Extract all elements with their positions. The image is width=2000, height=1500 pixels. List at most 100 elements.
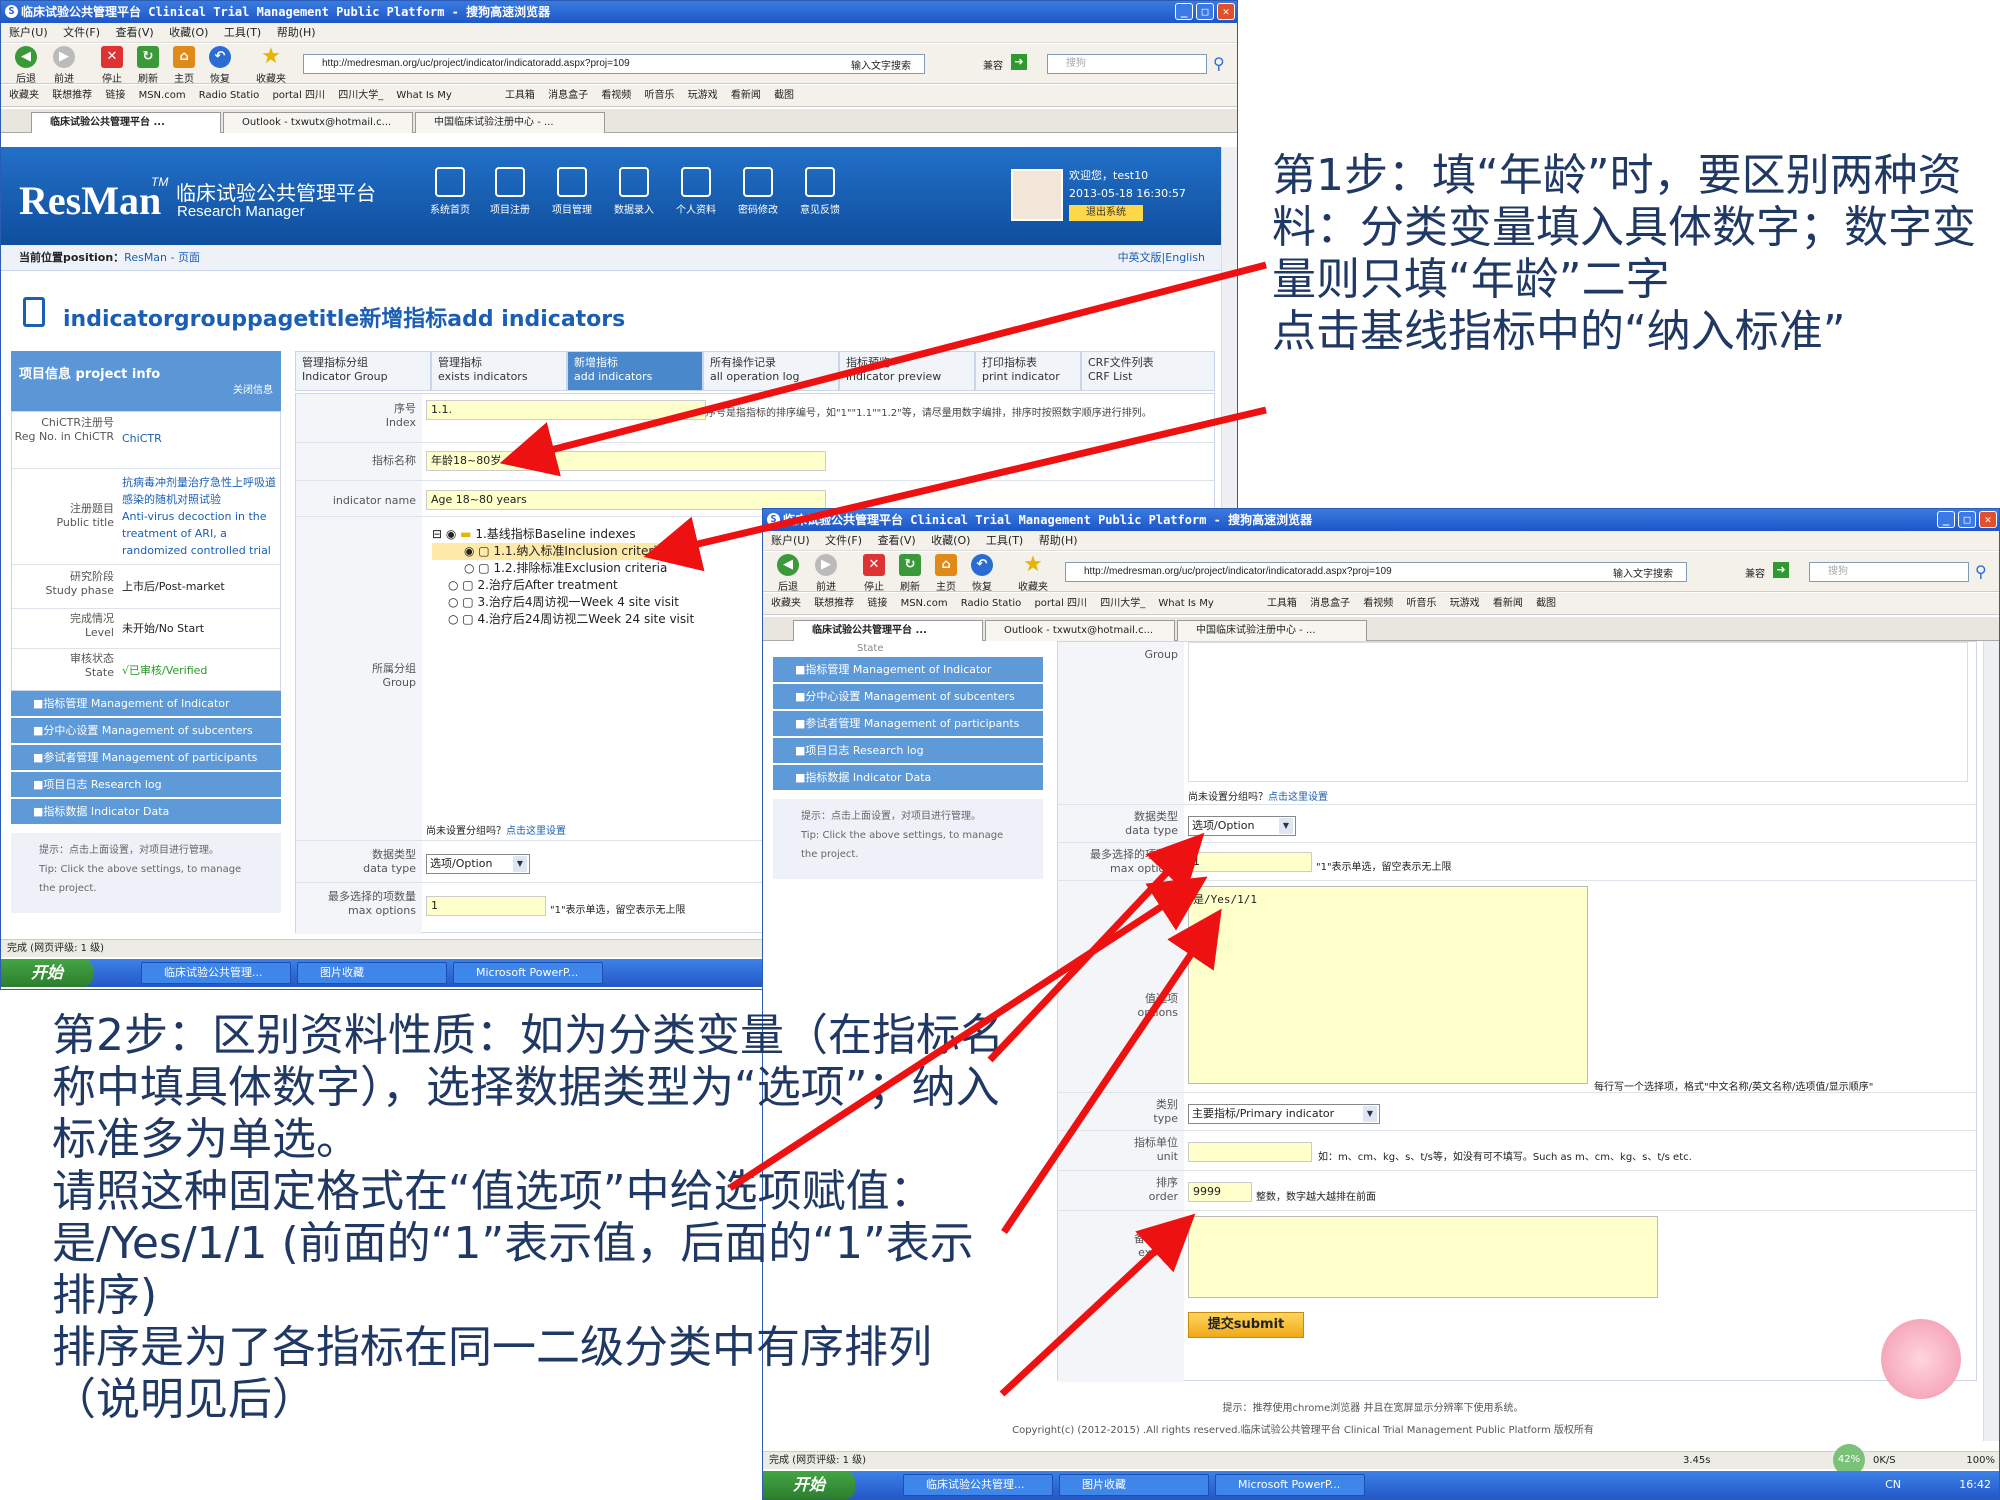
breadcrumb-link[interactable]: ResMan - 页面 <box>124 251 200 264</box>
start-button[interactable]: 开始 <box>1 959 93 987</box>
indicator-name-en-input[interactable]: Age 18~80 years <box>426 490 826 510</box>
tool-item[interactable]: 截图 <box>774 90 794 101</box>
tool-item[interactable]: 消息盒子 <box>1310 598 1350 609</box>
tool-item[interactable]: 看视频 <box>1363 598 1393 609</box>
tree-node-after-treatment[interactable]: ○ ▢ 2.治疗后After treatment <box>432 577 694 594</box>
fav-item[interactable]: What Is My <box>396 90 451 101</box>
tab-indicator-group[interactable]: 管理指标分组 Indicator Group <box>295 351 431 391</box>
tool-item[interactable]: 听音乐 <box>645 90 675 101</box>
fav-item[interactable]: portal 四川 <box>1034 598 1087 609</box>
sidebar-item-participants[interactable]: ■参试者管理 Management of participants <box>773 711 1043 737</box>
menu-favorites[interactable]: 收藏(O) <box>169 26 208 39</box>
data-type-select[interactable]: 选项/Option <box>426 854 530 874</box>
fav-item[interactable]: Radio Statio <box>961 598 1022 609</box>
nav-home[interactable]: 系统首页 <box>421 167 479 216</box>
task-browser[interactable]: 临床试验公共管理... <box>903 1474 1053 1496</box>
start-button[interactable]: 开始 <box>763 1471 855 1499</box>
tree-node-week24[interactable]: ○ ▢ 4.治疗后24周访视二Week 24 site visit <box>432 611 694 628</box>
menu-help[interactable]: 帮助(H) <box>277 26 316 39</box>
tree-node-week4[interactable]: ○ ▢ 3.治疗后4周访视一Week 4 site visit <box>432 594 694 611</box>
nav-feedback[interactable]: 意见反馈 <box>791 167 849 216</box>
set-group-link[interactable]: 点击这里设置 <box>1268 792 1328 803</box>
category-select[interactable]: 主要指标/Primary indicator <box>1188 1104 1380 1124</box>
search-engine-label[interactable]: 输入文字搜索 <box>851 57 911 72</box>
tool-item[interactable]: 截图 <box>1536 598 1556 609</box>
search-input[interactable]: 搜狗 <box>1047 54 1207 74</box>
data-type-select[interactable]: 选项/Option <box>1188 816 1296 836</box>
menu-help[interactable]: 帮助(H) <box>1039 534 1078 547</box>
maximize-button[interactable]: □ <box>1958 511 1976 528</box>
menu-favorites[interactable]: 收藏(O) <box>931 534 970 547</box>
tree-node-exclusion[interactable]: ○ ▢ 1.2.排除标准Exclusion criteria <box>432 560 694 577</box>
nav-profile[interactable]: 个人资料 <box>667 167 725 216</box>
back-button[interactable]: ◀ 后退 <box>11 46 41 85</box>
forward-button[interactable]: ▶ 前进 <box>49 46 79 85</box>
tab-outlook[interactable]: Outlook - txwutx@hotmail.c... <box>223 112 413 133</box>
menu-file[interactable]: 文件(F) <box>63 26 100 39</box>
tab-crf-list[interactable]: CRF文件列表 CRF List <box>1081 351 1215 391</box>
maximize-button[interactable]: □ <box>1196 3 1214 20</box>
address-bar[interactable]: http://medresman.org/uc/project/indicato… <box>303 54 925 74</box>
index-input[interactable]: 1.1. <box>426 400 706 420</box>
favorites-button[interactable]: ★ 收藏夹 <box>251 46 291 86</box>
address-bar[interactable]: http://medresman.org/uc/project/indicato… <box>1065 562 1687 582</box>
tool-item[interactable]: 工具箱 <box>1267 598 1297 609</box>
fav-item[interactable]: 联想推荐 <box>52 90 92 101</box>
home-button[interactable]: ⌂ 主页 <box>931 554 961 593</box>
tab-outlook[interactable]: Outlook - txwutx@hotmail.c... <box>985 620 1175 641</box>
task-powerpoint[interactable]: Microsoft PowerP... <box>453 962 603 984</box>
menu-view[interactable]: 查看(V) <box>116 26 154 39</box>
logout-button[interactable]: 退出系统 <box>1069 205 1143 221</box>
max-options-input[interactable]: 1 <box>426 896 546 916</box>
compat-button[interactable]: 兼容 <box>983 57 1003 72</box>
tree-node-inclusion[interactable]: ◉ ▢ 1.1.纳入标准Inclusion criteria <box>432 543 664 560</box>
back-button[interactable]: ◀ 后退 <box>773 554 803 593</box>
stop-button[interactable]: ✕ 停止 <box>97 46 127 85</box>
fav-item[interactable]: 联想推荐 <box>814 598 854 609</box>
rose-widget-icon[interactable] <box>1881 1319 1961 1399</box>
scrollbar[interactable] <box>1983 641 1999 1441</box>
fav-item[interactable]: What Is My <box>1158 598 1213 609</box>
nav-data-entry[interactable]: 数据录入 <box>605 167 663 216</box>
forward-button[interactable]: ▶ 前进 <box>811 554 841 593</box>
menu-file[interactable]: 文件(F) <box>825 534 862 547</box>
menu-view[interactable]: 查看(V) <box>878 534 916 547</box>
tab-resman[interactable]: 临床试验公共管理平台 ... <box>31 112 221 133</box>
set-group-link[interactable]: 点击这里设置 <box>506 826 566 837</box>
sidebar-item-indicator-data[interactable]: ■指标数据 Indicator Data <box>11 799 281 825</box>
tree-node-baseline[interactable]: ⊟ ◉ ▬ 1.基线指标Baseline indexes <box>432 526 694 543</box>
unit-input[interactable] <box>1188 1142 1312 1162</box>
nav-project[interactable]: 项目管理 <box>543 167 601 216</box>
tab-print-indicator[interactable]: 打印指标表 print indicator <box>975 351 1081 391</box>
tab-chictr[interactable]: 中国临床试验注册中心 - ... <box>1177 620 1367 641</box>
task-powerpoint[interactable]: Microsoft PowerP... <box>1215 1474 1365 1496</box>
tab-operation-log[interactable]: 所有操作记录 all operation log <box>703 351 839 391</box>
restore-button[interactable]: ↶ 恢复 <box>967 554 997 593</box>
search-icon[interactable]: ⚲ <box>1975 562 1987 582</box>
minimize-button[interactable]: _ <box>1937 511 1955 528</box>
close-button[interactable]: ✕ <box>1979 511 1997 528</box>
zoom-level[interactable]: 100% <box>1966 1452 1995 1470</box>
submit-button[interactable]: 提交submit <box>1188 1312 1304 1338</box>
go-icon[interactable]: ➜ <box>1773 562 1789 578</box>
order-input[interactable]: 9999 <box>1188 1182 1252 1202</box>
search-engine-label[interactable]: 输入文字搜索 <box>1613 565 1673 580</box>
fav-item[interactable]: 链接 <box>867 598 887 609</box>
tab-add-indicators[interactable]: 新增指标 add indicators <box>567 351 703 391</box>
fav-item[interactable]: portal 四川 <box>272 90 325 101</box>
tab-chictr[interactable]: 中国临床试验注册中心 - ... <box>415 112 605 133</box>
tab-exists-indicators[interactable]: 管理指标 exists indicators <box>431 351 567 391</box>
max-options-input[interactable]: 1 <box>1188 852 1312 872</box>
sidebar-item-participants[interactable]: ■参试者管理 Management of participants <box>11 745 281 771</box>
value-options-textarea[interactable]: 是/Yes/1/1 <box>1188 886 1588 1084</box>
menu-account[interactable]: 账户(U) <box>9 26 48 39</box>
refresh-button[interactable]: ↻ 刷新 <box>895 554 925 593</box>
tool-item[interactable]: 玩游戏 <box>1450 598 1480 609</box>
nav-register[interactable]: 项目注册 <box>481 167 539 216</box>
sidebar-item-research-log[interactable]: ■项目日志 Research log <box>11 772 281 798</box>
tool-item[interactable]: 消息盒子 <box>548 90 588 101</box>
tool-item[interactable]: 工具箱 <box>505 90 535 101</box>
stop-button[interactable]: ✕ 停止 <box>859 554 889 593</box>
sidebar-item-subcenters[interactable]: ■分中心设置 Management of subcenters <box>11 718 281 744</box>
fav-item[interactable]: 链接 <box>105 90 125 101</box>
